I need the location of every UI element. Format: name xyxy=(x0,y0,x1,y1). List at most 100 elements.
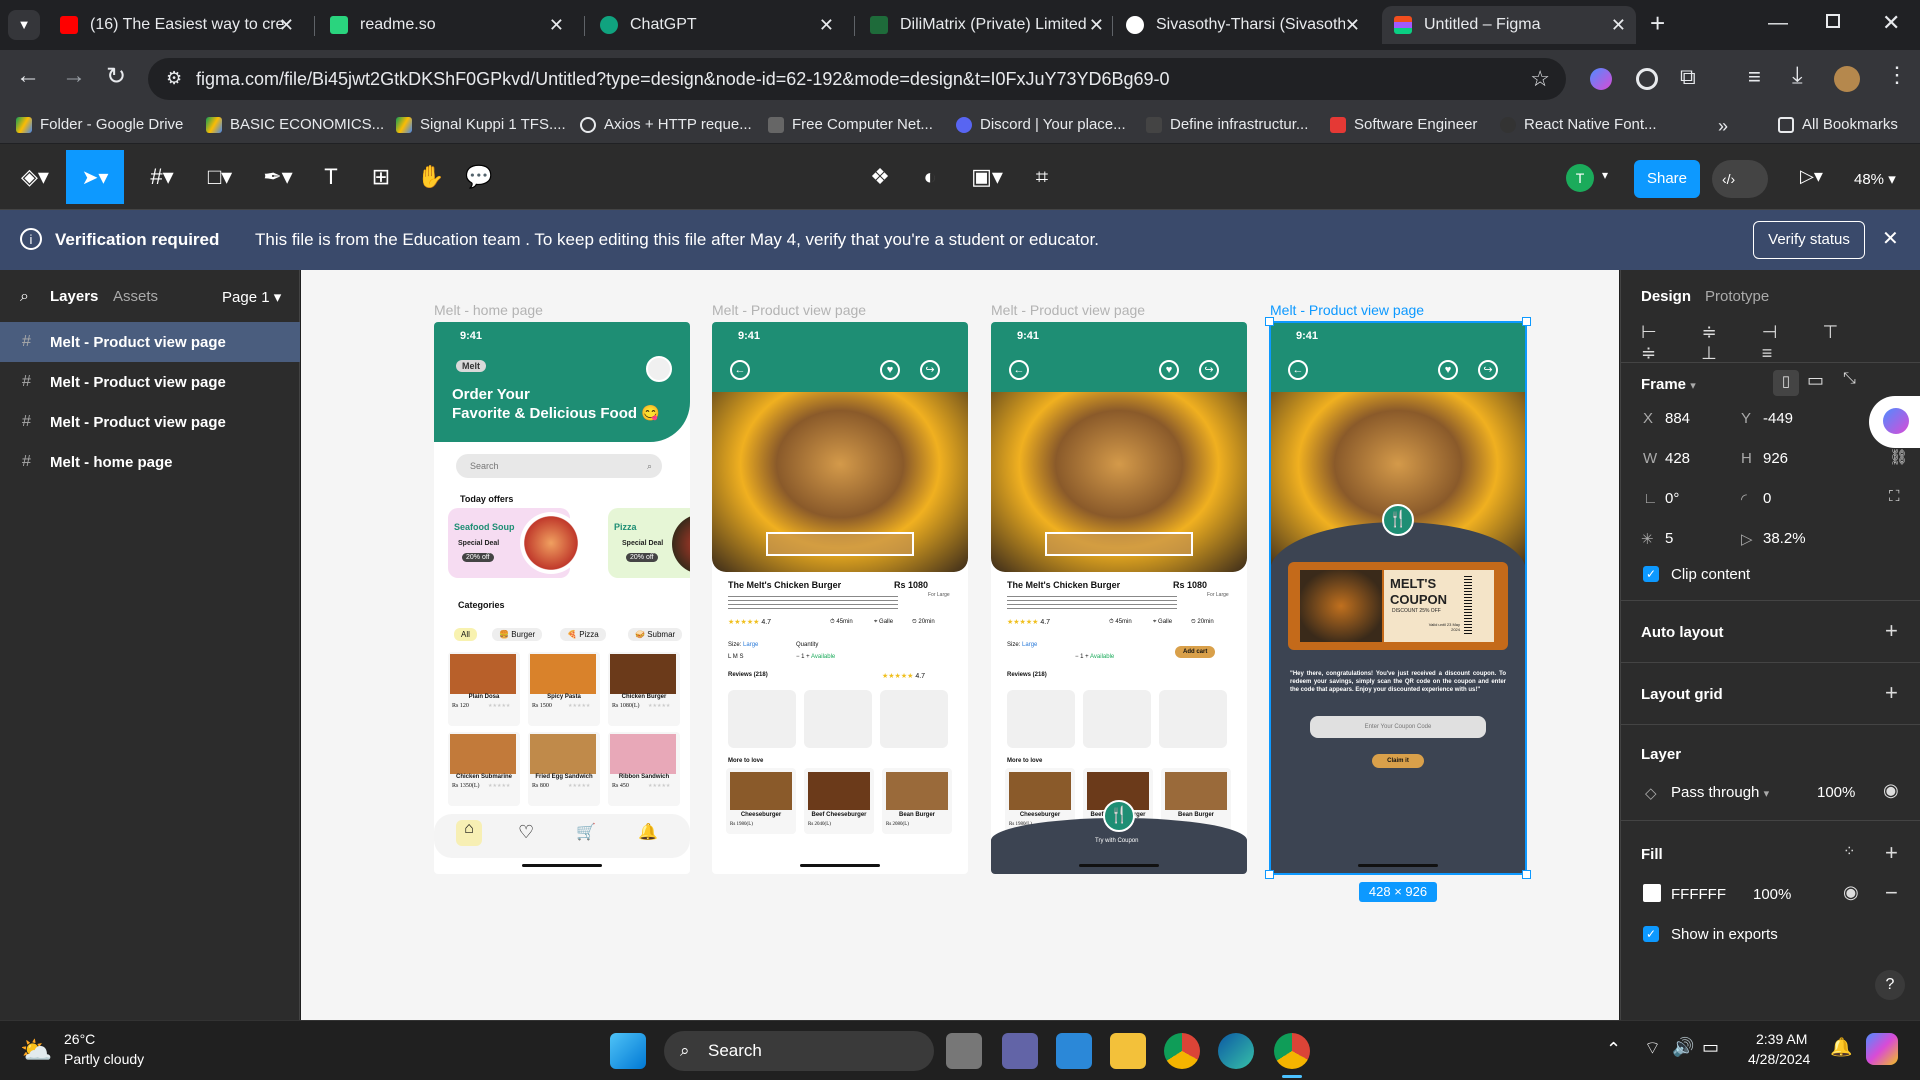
browser-tab[interactable]: readme.so ✕ xyxy=(318,6,574,44)
close-tab-icon[interactable]: ✕ xyxy=(1089,15,1104,36)
product-view-frame[interactable]: 9:41 ← ♥ ↪ The Melt's Chicken Burger Rs … xyxy=(712,322,968,874)
frame-label-selected[interactable]: Melt - Product view page xyxy=(1270,302,1424,318)
browser-tab[interactable]: (16) The Easiest way to cre ✕ xyxy=(48,6,304,44)
forward-icon[interactable]: → xyxy=(62,62,86,90)
resize-handle[interactable] xyxy=(1522,317,1531,326)
pen-tool-icon[interactable]: ✒▾ xyxy=(254,150,302,204)
clock-time[interactable]: 2:39 AM xyxy=(1756,1031,1807,1047)
tab-prototype[interactable]: Prototype xyxy=(1705,288,1769,305)
browser-menu-icon[interactable]: ⋮ xyxy=(1886,62,1908,88)
eye-icon[interactable]: ◉ xyxy=(1843,882,1859,903)
media-controls-icon[interactable]: ≡ xyxy=(1748,64,1761,90)
chevron-down-icon[interactable]: ▾ xyxy=(1602,168,1608,182)
share-icon[interactable]: ↪ xyxy=(920,360,940,380)
close-tab-icon[interactable]: ✕ xyxy=(549,15,564,36)
smoothing-field[interactable]: 5 xyxy=(1665,530,1673,547)
file-explorer-icon[interactable] xyxy=(1110,1033,1146,1069)
x-field[interactable]: 884 xyxy=(1665,410,1690,427)
search-input[interactable]: Search ⌕ xyxy=(456,454,662,478)
browser-tab-active[interactable]: Untitled – Figma ✕ xyxy=(1382,6,1636,44)
share-button[interactable]: Share xyxy=(1634,160,1700,198)
close-window-icon[interactable]: ✕ xyxy=(1882,10,1900,36)
product-view-frame[interactable]: 9:41 ← ♥ ↪ The Melt's Chicken Burger Rs … xyxy=(991,322,1247,874)
bookmark-item[interactable]: Signal Kuppi 1 TFS.... xyxy=(396,116,566,133)
category-chip[interactable]: 🍕 Pizza xyxy=(560,628,606,641)
add-icon[interactable]: + xyxy=(1885,680,1898,706)
component-icon[interactable]: ❖ xyxy=(862,150,898,204)
all-bookmarks[interactable]: All Bookmarks xyxy=(1778,116,1898,133)
shape-tool-icon[interactable]: □▾ xyxy=(196,150,244,204)
more-bookmarks-icon[interactable]: » xyxy=(1718,116,1728,137)
show-exports-checkbox[interactable]: ✓ xyxy=(1643,926,1659,942)
category-chip[interactable]: All xyxy=(454,628,477,641)
landscape-toggle[interactable]: ▭ xyxy=(1807,370,1824,391)
back-icon[interactable]: ← xyxy=(1009,360,1029,380)
heart-icon[interactable]: ♡ xyxy=(518,822,534,843)
site-info-icon[interactable]: ⚙ xyxy=(166,68,182,89)
zoom-level[interactable]: 48% ▾ xyxy=(1854,170,1896,188)
rotation-field[interactable]: 0° xyxy=(1665,490,1679,507)
tab-design[interactable]: Design xyxy=(1641,288,1691,305)
category-chip[interactable]: 🥪 Submar xyxy=(628,628,683,641)
layer-item[interactable]: # Melt - Product view page xyxy=(0,362,300,402)
weather-icon[interactable]: ⛅ xyxy=(20,1035,52,1066)
fill-opacity-field[interactable]: 100% xyxy=(1753,886,1791,903)
category-chip[interactable]: 🍔 Burger xyxy=(492,628,543,641)
constrain-proportions-icon[interactable]: ⛓ xyxy=(1889,448,1908,466)
resize-handle[interactable] xyxy=(1265,870,1274,879)
y-field[interactable]: -449 xyxy=(1763,410,1793,427)
present-icon[interactable]: ▷▾ xyxy=(1800,166,1823,187)
add-icon[interactable]: + xyxy=(1885,840,1898,866)
back-icon[interactable]: ← xyxy=(730,360,750,380)
heart-icon[interactable]: ♥ xyxy=(1159,360,1179,380)
chrome-profile-icon[interactable] xyxy=(1274,1033,1310,1069)
frame-label[interactable]: Melt - Product view page xyxy=(712,302,866,318)
tab-layers[interactable]: Layers xyxy=(50,288,98,305)
browser-tab[interactable]: ChatGPT ✕ xyxy=(588,6,844,44)
food-card[interactable]: Spicy Pasta Rs 1500 ★★★★★ xyxy=(528,652,600,726)
bookmark-item[interactable]: React Native Font... xyxy=(1500,116,1657,133)
add-cart-button[interactable]: Add cart xyxy=(1175,646,1216,658)
url-bar[interactable]: ⚙ figma.com/file/Bi45jwt2GtkDKShF0GPkvd/… xyxy=(148,58,1566,100)
resources-tool-icon[interactable]: ⊞ xyxy=(364,150,398,204)
video-strip[interactable] xyxy=(766,532,914,556)
independent-corners-icon[interactable]: ⛶ xyxy=(1889,488,1900,505)
hand-tool-icon[interactable]: ✋ xyxy=(414,150,448,204)
bookmark-item[interactable]: Folder - Google Drive xyxy=(16,116,183,133)
design-canvas[interactable]: Melt - home page Melt - Product view pag… xyxy=(301,270,1619,1020)
bookmark-item[interactable]: Axios + HTTP reque... xyxy=(580,116,752,133)
food-card[interactable]: Ribbon Sandwich Rs 450 ★★★★★ xyxy=(608,732,680,806)
user-avatar[interactable]: T xyxy=(1566,164,1594,192)
bookmark-item[interactable]: Free Computer Net... xyxy=(768,116,933,133)
browser-tab[interactable]: Sivasothy-Tharsi (Sivasothy ✕ xyxy=(1114,6,1370,44)
taskbar-search[interactable]: ⌕ Search xyxy=(664,1031,934,1071)
layout-grid-section[interactable]: Layout grid xyxy=(1641,686,1723,703)
restore-icon[interactable] xyxy=(1826,14,1840,28)
copilot-extension-icon[interactable] xyxy=(1590,68,1612,90)
copilot-taskbar-icon[interactable] xyxy=(1866,1033,1898,1065)
video-strip[interactable] xyxy=(1045,532,1193,556)
quantity-stepper[interactable]: − 1 + Available xyxy=(796,654,835,660)
food-card[interactable]: Plain Dosa Rs 120 ★★★★★ xyxy=(448,652,520,726)
blend-mode-select[interactable]: Pass through ▾ xyxy=(1671,784,1769,801)
notification-icon[interactable]: 🔔 xyxy=(1830,1037,1852,1058)
more-item-card[interactable]: Cheeseburger Rs 1980(L) xyxy=(726,768,796,834)
clock-date[interactable]: 4/28/2024 xyxy=(1748,1051,1810,1067)
alignment-icons[interactable]: ⊢ ≑ ⊣ ⊤ ≑ ⊥ ≡ xyxy=(1641,322,1911,364)
battery-icon[interactable]: ▭ xyxy=(1702,1037,1719,1058)
search-icon[interactable]: ⌕ xyxy=(20,288,29,306)
frame-label[interactable]: Melt - Product view page xyxy=(991,302,1145,318)
bookmark-item[interactable]: Software Engineer xyxy=(1330,116,1477,133)
dev-mode-toggle[interactable]: ‹/› xyxy=(1712,160,1768,198)
close-tab-icon[interactable]: ✕ xyxy=(1344,14,1360,36)
home-page-frame[interactable]: 9:41 Melt Order Your Favorite & Deliciou… xyxy=(434,322,690,874)
frame-label[interactable]: Melt - home page xyxy=(434,302,543,318)
tab-search-button[interactable]: ▼ xyxy=(8,10,40,40)
add-icon[interactable]: + xyxy=(1885,618,1898,644)
share-icon[interactable]: ↪ xyxy=(1199,360,1219,380)
frame-section[interactable]: Frame ▾ xyxy=(1641,376,1696,393)
layer-opacity-field[interactable]: 100% xyxy=(1817,784,1855,801)
bookmark-item[interactable]: Define infrastructur... xyxy=(1146,116,1308,133)
width-field[interactable]: 428 xyxy=(1665,450,1690,467)
move-tool-icon[interactable]: ➤▾ xyxy=(66,150,124,204)
